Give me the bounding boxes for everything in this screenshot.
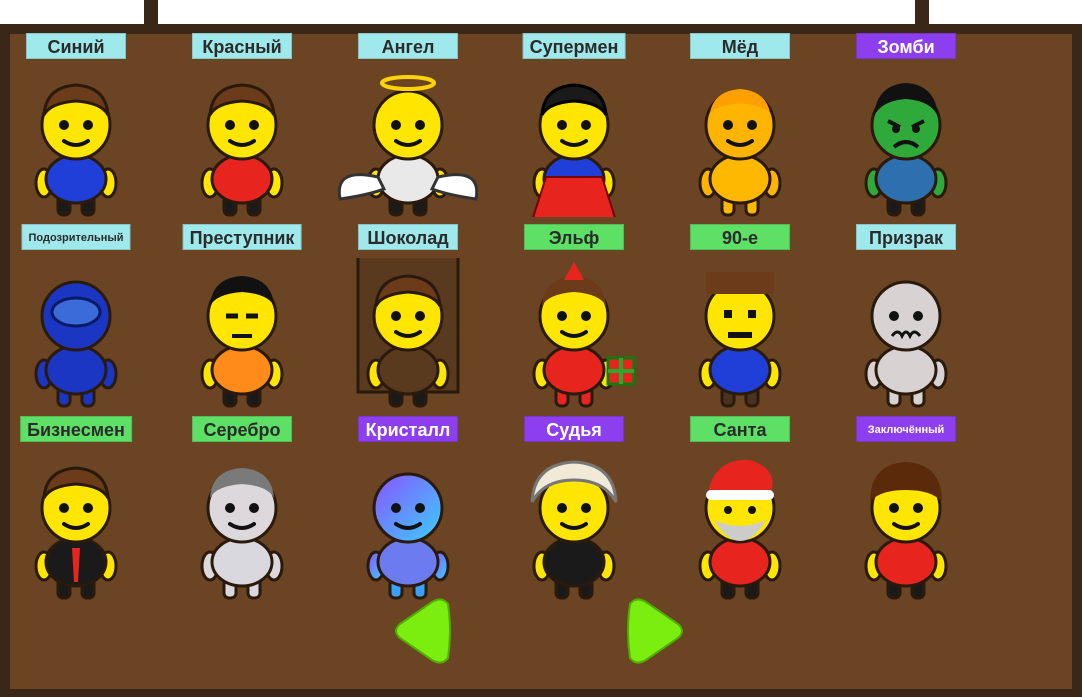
skin-character-basic xyxy=(6,67,146,222)
skin-character-santa xyxy=(670,450,810,605)
skin-name-label: Преступник xyxy=(182,224,302,250)
skin-character-business xyxy=(6,450,146,605)
skin-card[interactable]: Мёд xyxy=(670,33,810,218)
skin-card[interactable]: Шоколад xyxy=(338,224,478,409)
skin-character-basic xyxy=(172,67,312,222)
skin-name-label: Зомби xyxy=(856,33,956,59)
skin-card[interactable]: Серебро xyxy=(172,416,312,601)
skin-card[interactable]: 90-е xyxy=(670,224,810,409)
skin-character-zombie xyxy=(836,67,976,222)
skin-character-honey xyxy=(670,67,810,222)
skin-card[interactable]: Судья xyxy=(504,416,644,601)
skin-grid: Синий Красный Ангел Супермен Мёд Зомби П… xyxy=(10,33,1072,689)
skin-card[interactable]: Преступник xyxy=(172,224,312,409)
skin-character-crystal xyxy=(338,450,478,605)
prev-page-button[interactable] xyxy=(392,596,454,666)
skin-character-judge xyxy=(504,450,644,605)
skin-name-label: Серебро xyxy=(192,416,292,442)
skin-character-criminal xyxy=(172,258,312,413)
skin-card[interactable]: Призрак xyxy=(836,224,976,409)
skin-character-chocolate xyxy=(338,252,478,413)
skin-card[interactable]: Ангел xyxy=(337,33,479,218)
skin-name-label: Ангел xyxy=(358,33,458,59)
skin-character-sus xyxy=(6,258,146,413)
skin-name-label: Супермен xyxy=(522,33,626,59)
skin-card[interactable]: Синий xyxy=(6,33,146,218)
skin-card[interactable]: Эльф xyxy=(504,224,644,409)
skin-card[interactable]: Подозрительный xyxy=(6,224,146,409)
skin-card[interactable]: Заключённый xyxy=(836,416,976,601)
skin-character-pixel xyxy=(670,258,810,413)
skin-name-label: Красный xyxy=(192,33,292,59)
skin-name-label: Призрак xyxy=(856,224,956,250)
skin-name-label: Мёд xyxy=(690,33,790,59)
skin-character-prisoner xyxy=(836,450,976,605)
skin-name-label: 90-е xyxy=(690,224,790,250)
skin-name-label: Заключённый xyxy=(856,416,956,442)
skin-board: Синий Красный Ангел Супермен Мёд Зомби П… xyxy=(0,24,1082,697)
skin-character-silver xyxy=(172,450,312,605)
skin-character-super xyxy=(504,67,644,228)
skin-name-label: Шоколад xyxy=(358,224,458,250)
next-page-button[interactable] xyxy=(624,596,686,666)
skin-card[interactable]: Кристалл xyxy=(338,416,478,601)
skin-name-label: Подозрительный xyxy=(21,224,131,250)
skin-card[interactable]: Зомби xyxy=(836,33,976,218)
skin-name-label: Санта xyxy=(690,416,790,442)
skin-character-elf xyxy=(504,258,644,413)
skin-name-label: Кристалл xyxy=(358,416,458,442)
skin-character-angel xyxy=(337,67,479,222)
skin-name-label: Бизнесмен xyxy=(20,416,132,442)
skin-name-label: Синий xyxy=(26,33,126,59)
skin-name-label: Эльф xyxy=(524,224,624,250)
skin-card[interactable]: Супермен xyxy=(504,33,644,228)
skin-card[interactable]: Санта xyxy=(670,416,810,601)
skin-card[interactable]: Бизнесмен xyxy=(6,416,146,601)
skin-character-ghost xyxy=(836,258,976,413)
skin-card[interactable]: Красный xyxy=(172,33,312,218)
skin-name-label: Судья xyxy=(524,416,624,442)
